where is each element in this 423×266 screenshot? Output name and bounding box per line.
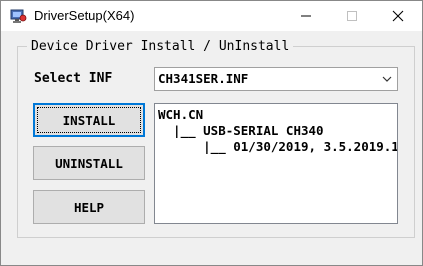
tree-node-device: |__ USB-SERIAL CH340: [158, 123, 324, 138]
driver-info-tree[interactable]: WCH.CN |__ USB-SERIAL CH340 |__ 01/30/20…: [154, 103, 398, 224]
tree-node-version: |__ 01/30/2019, 3.5.2019.1: [158, 139, 398, 154]
help-button[interactable]: HELP: [33, 190, 145, 224]
minimize-button[interactable]: [283, 1, 329, 31]
maximize-button[interactable]: [329, 1, 375, 31]
chevron-down-icon[interactable]: [381, 73, 393, 85]
close-button[interactable]: [375, 1, 421, 31]
minimize-icon: [301, 15, 311, 17]
group-label: Device Driver Install / UnInstall: [27, 39, 294, 54]
close-icon: [392, 10, 404, 22]
inf-select-value: CH341SER.INF: [158, 71, 249, 86]
maximize-icon: [347, 11, 357, 21]
inf-select-combobox[interactable]: CH341SER.INF: [154, 67, 398, 91]
tree-node-vendor: WCH.CN: [158, 107, 204, 122]
help-button-label: HELP: [73, 199, 105, 215]
driver-setup-window: DriverSetup(X64) Device Driver Install /…: [0, 0, 423, 266]
uninstall-button-label: UNINSTALL: [55, 155, 123, 171]
select-inf-label: Select INF: [34, 71, 113, 86]
title-bar[interactable]: DriverSetup(X64): [1, 1, 422, 31]
focus-ring: [37, 107, 141, 133]
install-button[interactable]: INSTALL: [33, 103, 145, 137]
driver-setup-icon: [10, 7, 27, 24]
uninstall-button[interactable]: UNINSTALL: [33, 146, 145, 180]
window-title: DriverSetup(X64): [34, 8, 135, 23]
